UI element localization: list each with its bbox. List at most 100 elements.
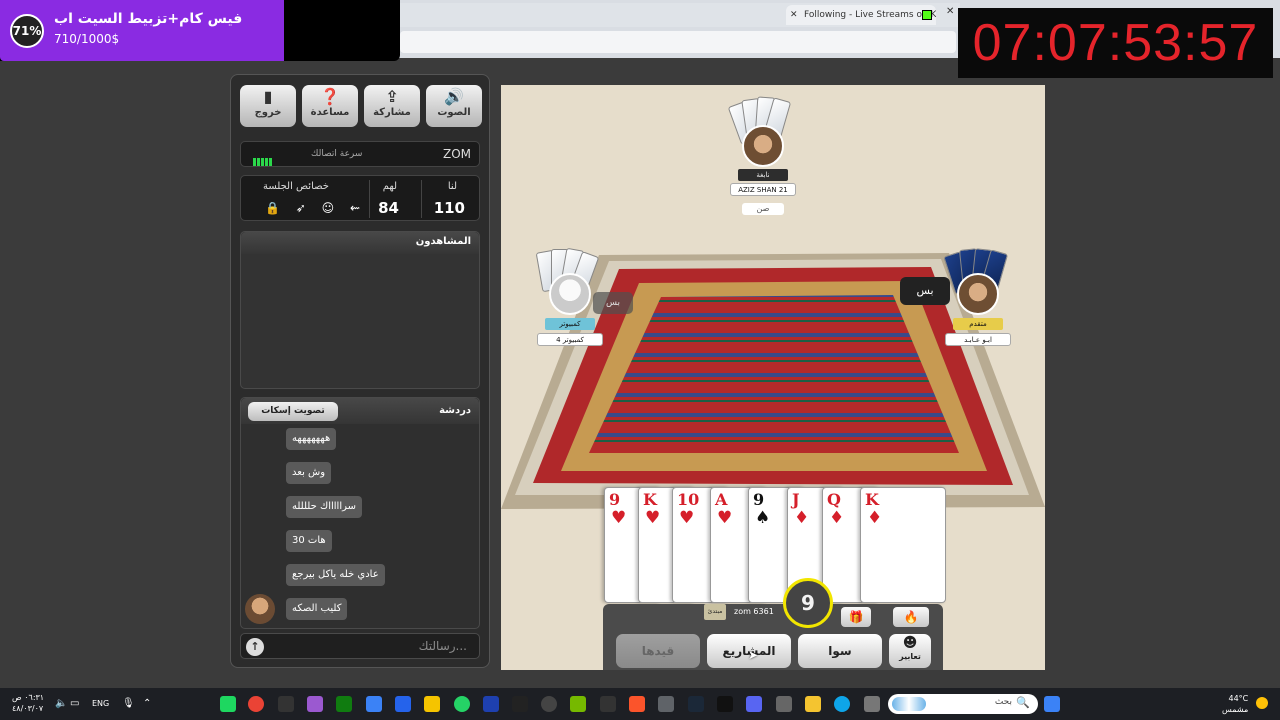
rockstar-icon[interactable] [424, 696, 440, 712]
them-score: 84 [378, 199, 399, 217]
sound-label: الصوت [437, 107, 471, 118]
player-name: AZIZ SHAN 21 [730, 183, 796, 196]
avatar [245, 594, 275, 624]
app-icon[interactable] [717, 696, 733, 712]
search-label: بحث [994, 697, 1012, 707]
card-rank: 10 [677, 490, 700, 509]
app-icon[interactable] [395, 696, 411, 712]
goal-amount: 710/1000$ [54, 32, 120, 46]
sun-icon [1256, 697, 1268, 709]
speech-bubble: بس [900, 277, 950, 305]
folder-icon[interactable] [805, 696, 821, 712]
display-icon[interactable]: ▭ [70, 698, 79, 709]
player-name: ابـو عـابـد [945, 333, 1011, 346]
scoreboard: لنا 110 لهم 84 خصائص الجلسة 🔒 ➶ ☺ ⇜ [240, 175, 480, 221]
volume-icon[interactable]: 🔈 [55, 698, 67, 709]
task-view-icon[interactable] [864, 696, 880, 712]
discord-icon[interactable] [746, 696, 762, 712]
fire-icon[interactable]: 🔥 [893, 607, 929, 627]
epic-games-icon[interactable] [278, 696, 294, 712]
chrome-icon[interactable] [248, 696, 264, 712]
language-indicator[interactable]: ENG [92, 699, 109, 708]
card-rank: K [865, 490, 879, 509]
epic-games-icon[interactable] [600, 696, 616, 712]
steam-icon[interactable] [688, 696, 704, 712]
avatar [957, 273, 999, 315]
record-button[interactable]: قيدها [616, 634, 700, 668]
exit-label: خروج [254, 107, 282, 118]
chat-title: دردشة [439, 405, 471, 416]
exit-button[interactable]: ▮ خروج [240, 85, 296, 127]
player-name: كمبيوتر 4 [537, 333, 603, 346]
app-grid-icon[interactable] [307, 696, 323, 712]
mic-icon[interactable]: 🎙 [122, 698, 135, 709]
app-icon[interactable] [220, 696, 236, 712]
xbox-icon[interactable] [336, 696, 352, 712]
send-icon[interactable]: ↑ [246, 638, 264, 656]
windows-start-icon[interactable] [1044, 696, 1060, 712]
session-label: خصائص الجلسة [263, 181, 329, 192]
brave-icon[interactable] [629, 696, 645, 712]
search-highlight-icon [892, 697, 926, 711]
card-rank: J [792, 490, 800, 509]
goal-title: فيس كام+تزبيط السيت اب [54, 11, 243, 27]
clock[interactable]: ٠٦:٣١ ص ٤٨/٠٣/٠٧ [12, 692, 44, 714]
tray-expand-icon[interactable]: ⌃ [143, 698, 151, 709]
viewers-title: المشاهدون [241, 232, 479, 254]
chat-message: عادي خله ياكل بيرجع [286, 564, 385, 586]
connection-bar: سرعة اتصالك ZOM [240, 141, 480, 167]
chat-input[interactable]: ↑ رسالتك... [240, 633, 480, 659]
nvidia-icon[interactable] [570, 696, 586, 712]
player-rank: كمبيوتر [545, 318, 595, 330]
viewers-panel: المشاهدون [240, 231, 480, 389]
countdown-timer: 07:07:53:57 [958, 8, 1273, 78]
gift-icon[interactable]: 🎁 [841, 607, 871, 627]
emotes-button[interactable]: ☻ تعابير [889, 634, 931, 668]
my-player-tag: zom 6361 [734, 607, 774, 616]
card-rank: 9 [753, 490, 765, 509]
card-rank: A [715, 490, 728, 509]
ea-icon[interactable] [483, 696, 499, 712]
kick-logo-icon [922, 10, 932, 20]
tab-title: Following - Live Streams on Kick [804, 10, 936, 20]
card-suit: ♦ [794, 508, 810, 528]
obs-icon[interactable] [541, 696, 557, 712]
weather-widget[interactable]: 44°C مشمس [1222, 693, 1248, 715]
app-icon[interactable] [658, 696, 674, 712]
swa-button[interactable]: سوا [798, 634, 882, 668]
edge-icon[interactable] [834, 696, 850, 712]
share-label: مشاركة [373, 107, 411, 118]
player-rank: متقدم [953, 318, 1003, 330]
address-bar[interactable] [400, 31, 956, 53]
game-board: نابغة AZIZ SHAN 21 صن كمبيوتر كمبيوتر 4 … [501, 85, 1045, 670]
donation-goal: 71% فيس كام+تزبيط السيت اب 710/1000$ [0, 0, 400, 61]
chat-message: وش بعد [286, 462, 332, 484]
share-button[interactable]: ⇪ مشاركة [364, 85, 420, 127]
whatsapp-icon[interactable] [454, 696, 470, 712]
app-icon[interactable] [366, 696, 382, 712]
mouse-cursor-icon: ➤ [748, 648, 759, 662]
capcut-icon[interactable] [512, 696, 528, 712]
help-label: مساعدة [310, 107, 350, 118]
chat-message: سراااااك حلللله [286, 496, 362, 518]
tab-kick[interactable]: ✕ Following - Live Streams on Kick [786, 5, 936, 25]
search-input[interactable]: بحث 🔍 [888, 694, 1038, 714]
sound-button[interactable]: 🔊 الصوت [426, 85, 482, 127]
store-icon[interactable] [776, 696, 792, 712]
vote-mute-button[interactable]: تصويت إسكات [248, 402, 338, 421]
share-icon: ⇪ [385, 87, 399, 106]
connection-label: سرعة اتصالك [311, 149, 363, 159]
session-icons: 🔒 ➶ ☺ ⇜ [265, 201, 367, 215]
help-button[interactable]: ❓ مساعدة [302, 85, 358, 127]
hand-card[interactable]: K ♦ [860, 487, 946, 603]
card-suit: ♥ [611, 508, 627, 528]
tab-close-icon[interactable]: ✕ [946, 6, 954, 17]
card-suit: ♠ [755, 508, 771, 528]
chat-message: هههههههه [286, 428, 337, 450]
avatar [742, 125, 784, 167]
chat-placeholder: رسالتك... [418, 639, 467, 653]
tab-close-icon[interactable]: ✕ [790, 5, 798, 25]
chat-message: كليب الصكه [286, 598, 348, 620]
turn-timer: 9 [783, 578, 833, 628]
us-score: 110 [433, 199, 465, 217]
